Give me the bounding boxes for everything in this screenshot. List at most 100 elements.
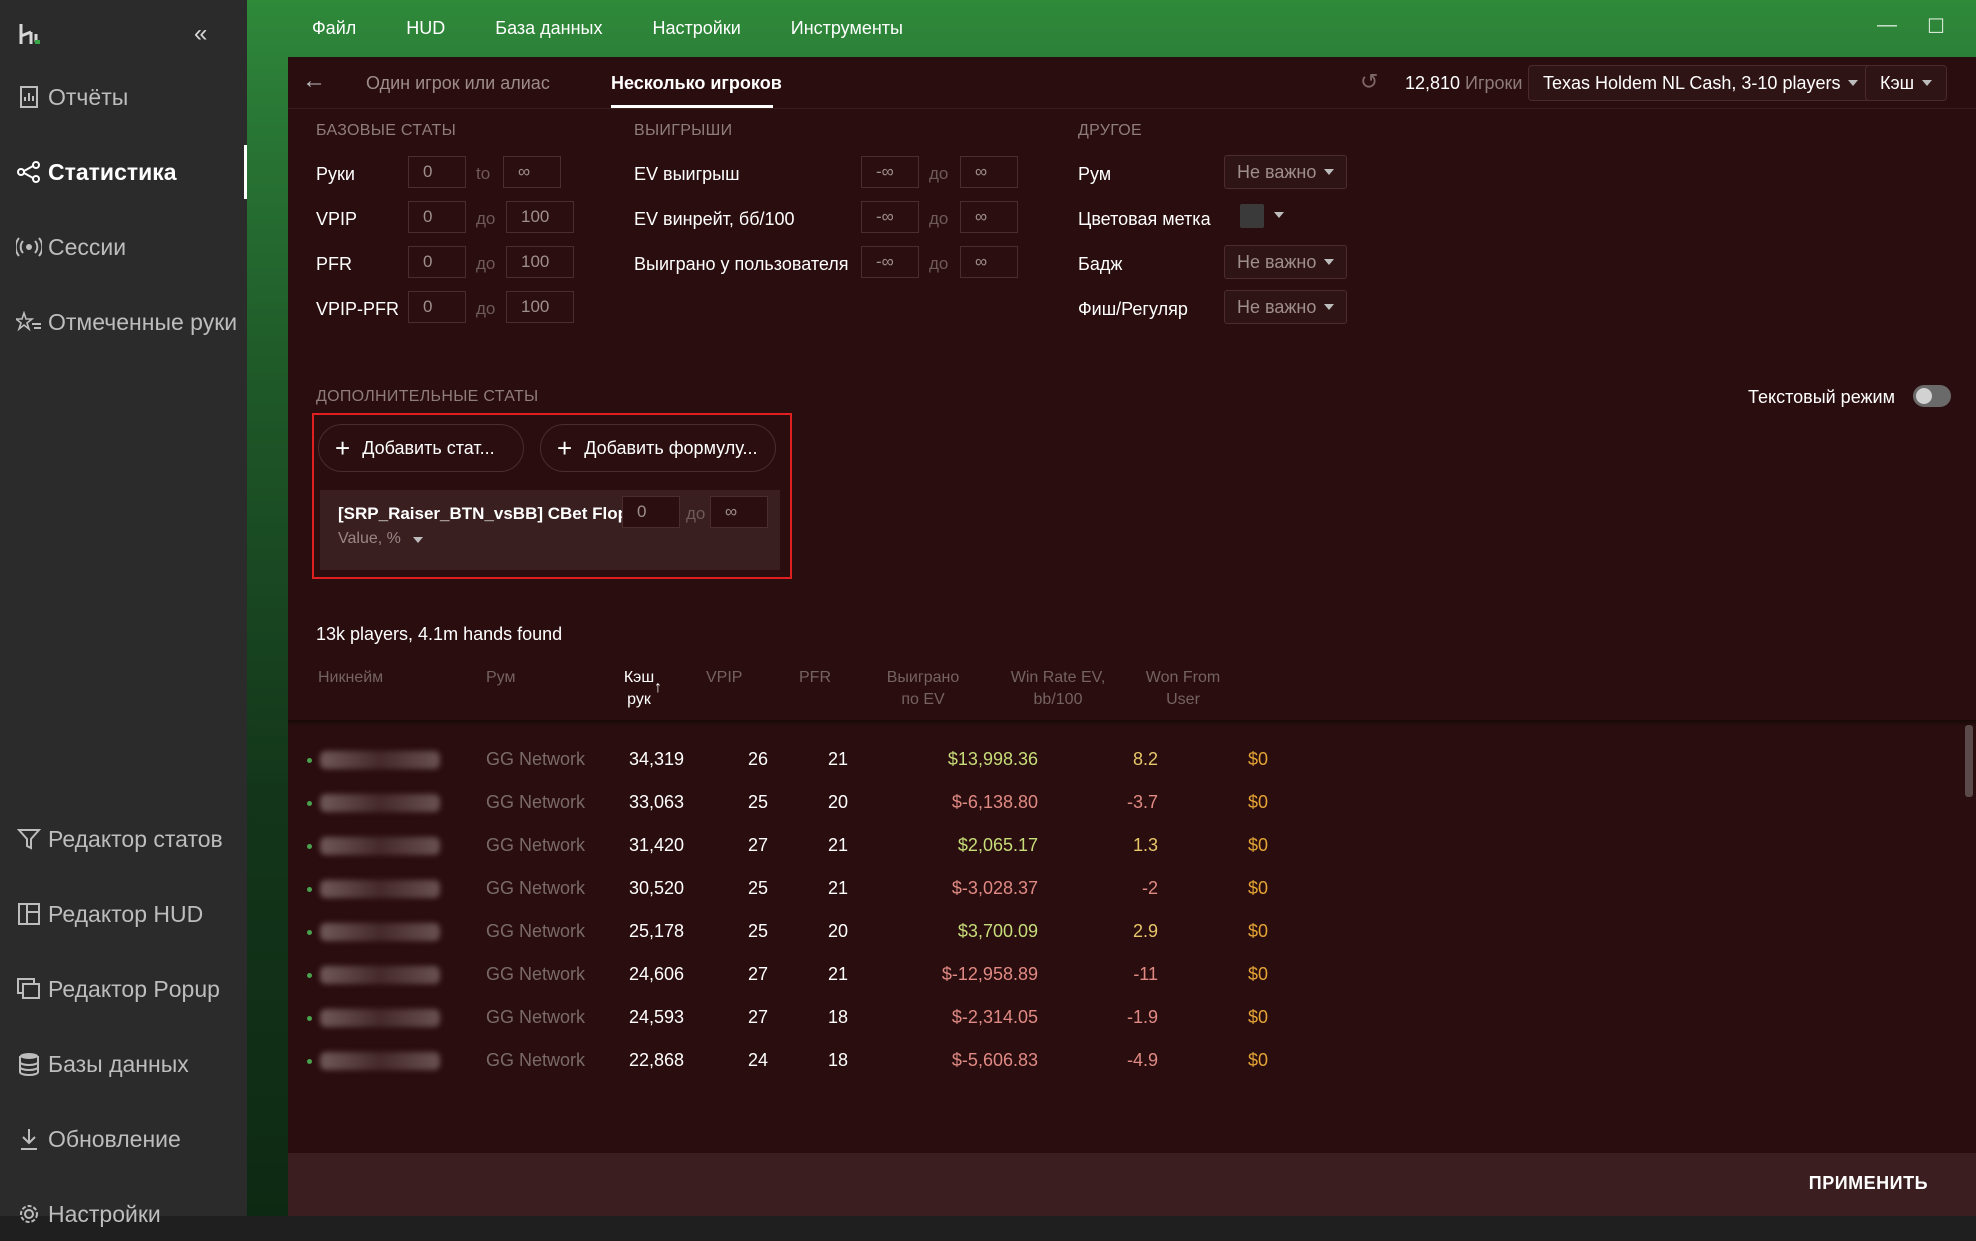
blurred-nickname (320, 966, 440, 984)
column-header-won-from-user[interactable]: Won From User (1138, 667, 1228, 711)
ev-winrate-max-input[interactable]: ∞ (960, 201, 1018, 233)
won-from-user-cell: $0 (1247, 878, 1268, 898)
chevron-down-icon (1848, 80, 1859, 86)
pfr-label: PFR (316, 254, 352, 274)
vpip-pfr-max-input[interactable]: 100 (506, 291, 574, 323)
table-row[interactable]: GG Network 34,319 26 21 $13,998.36 8.2 $… (288, 739, 1976, 782)
sidebar-item-reports[interactable]: Отчёты (0, 70, 247, 124)
won-from-user-cell: $0 (1247, 1050, 1268, 1070)
won-from-user-max-input[interactable]: ∞ (960, 246, 1018, 278)
sidebar-item-databases[interactable]: Базы данных (0, 1037, 247, 1091)
table-row[interactable]: GG Network 33,063 25 20 $-6,138.80 -3.7 … (288, 782, 1976, 825)
vpip-cell: 27 (747, 835, 768, 855)
table-row[interactable]: GG Network 24,606 27 21 $-12,958.89 -11 … (288, 954, 1976, 997)
sidebar-item-statistics[interactable]: Статистика (0, 145, 247, 199)
column-header-winrate[interactable]: Win Rate EV, bb/100 (1003, 667, 1113, 711)
room-cell: GG Network (486, 921, 586, 941)
ev-won-cell: $2,065.17 (957, 835, 1038, 855)
vpip-pfr-min-input[interactable]: 0 (408, 291, 466, 323)
won-from-user-min-input[interactable]: -∞ (861, 246, 919, 278)
back-arrow-icon[interactable]: ← (302, 67, 326, 95)
tab-multiple-players[interactable]: Несколько игроков (611, 73, 782, 94)
table-scrollbar[interactable] (1965, 725, 1973, 797)
table-header-divider (288, 720, 1976, 726)
sidebar-item-hud-editor[interactable]: Редактор HUD (0, 887, 247, 941)
winrate-cell: 2.9 (1132, 921, 1158, 941)
add-formula-button[interactable]: + Добавить формулу... (540, 424, 776, 472)
game-mode-dropdown[interactable]: Кэш (1865, 65, 1948, 101)
menu-tools[interactable]: Инструменты (791, 18, 903, 39)
hands-min-input[interactable]: 0 (408, 156, 466, 188)
game-type-dropdown[interactable]: Texas Holdem NL Cash, 3-10 players (1528, 65, 1874, 101)
badge-select[interactable]: Не важно (1224, 245, 1348, 279)
ev-winrate-min-input[interactable]: -∞ (861, 201, 919, 233)
column-header-nickname[interactable]: Никнейм (318, 667, 383, 689)
add-stat-button[interactable]: + Добавить стат... (318, 424, 524, 472)
apply-button[interactable]: ПРИМЕНИТЬ (1809, 1173, 1928, 1194)
fish-regular-select[interactable]: Не важно (1224, 290, 1348, 324)
sort-asc-icon[interactable]: ↑ (654, 677, 662, 699)
ev-won-cell: $-5,606.83 (951, 1050, 1038, 1070)
vpip-max-input[interactable]: 100 (506, 201, 574, 233)
room-cell: GG Network (486, 749, 586, 769)
ev-won-cell: $13,998.36 (947, 749, 1038, 769)
table-row[interactable]: GG Network 25,178 25 20 $3,700.09 2.9 $0 (288, 911, 1976, 954)
table-row[interactable]: GG Network 31,420 27 21 $2,065.17 1.3 $0 (288, 825, 1976, 868)
table-row[interactable]: GG Network 30,520 25 21 $-3,028.37 -2 $0 (288, 868, 1976, 911)
star-list-icon (14, 307, 44, 337)
custom-stat-min-input[interactable]: 0 (622, 496, 680, 528)
text-mode-toggle[interactable] (1913, 385, 1951, 407)
pfr-max-input[interactable]: 100 (506, 246, 574, 278)
add-formula-label: Добавить формулу... (584, 437, 758, 458)
base-stats-title: БАЗОВЫЕ СТАТЫ (316, 122, 457, 139)
ev-won-max-input[interactable]: ∞ (960, 156, 1018, 188)
menu-database[interactable]: База данных (495, 18, 602, 39)
plus-icon: + (335, 433, 351, 463)
sidebar-item-label: Редактор HUD (48, 900, 204, 927)
sidebar-item-sessions[interactable]: Сессии (0, 220, 247, 274)
table-row[interactable]: GG Network 24,593 27 18 $-2,314.05 -1.9 … (288, 997, 1976, 1040)
add-stat-label: Добавить стат... (362, 437, 495, 458)
maximize-icon[interactable]: ☐ (1927, 14, 1945, 39)
sidebar-item-update[interactable]: Обновление (0, 1112, 247, 1166)
sidebar-item-popup-editor[interactable]: Редактор Popup (0, 962, 247, 1016)
column-header-vpip[interactable]: VPIP (706, 667, 742, 689)
refresh-icon[interactable]: ↺ (1360, 69, 1378, 95)
chevron-down-icon (1922, 80, 1933, 86)
stat-value-type-dropdown[interactable]: Value, % (338, 530, 424, 548)
online-status-dot (307, 758, 312, 763)
custom-stat-filter: [SRP_Raiser_BTN_vsBB] CBet Flop Value, %… (320, 490, 780, 570)
menu-file[interactable]: Файл (312, 18, 356, 39)
color-swatch[interactable] (1240, 204, 1264, 228)
minimize-icon[interactable]: — (1877, 14, 1897, 37)
collapse-sidebar-icon[interactable]: « (194, 20, 207, 48)
share-nodes-icon (14, 157, 44, 187)
custom-stat-max-input[interactable]: ∞ (710, 496, 768, 528)
pfr-min-input[interactable]: 0 (408, 246, 466, 278)
range-connector: до (929, 254, 949, 273)
column-header-pfr[interactable]: PFR (799, 667, 831, 689)
hands-cell: 25,178 (628, 921, 684, 941)
room-select[interactable]: Не важно (1224, 155, 1348, 189)
vpip-cell: 25 (747, 878, 768, 898)
column-header-ev-won[interactable]: Выиграно по EV (878, 667, 968, 711)
chevron-down-icon[interactable] (1274, 212, 1284, 218)
sidebar-item-marked-hands[interactable]: Отмеченные руки (0, 295, 247, 349)
table-row[interactable]: GG Network 22,868 24 18 $-5,606.83 -4.9 … (288, 1040, 1976, 1083)
blurred-nickname (320, 923, 440, 941)
vpip-min-input[interactable]: 0 (408, 201, 466, 233)
menu-hud[interactable]: HUD (406, 18, 445, 39)
ev-won-min-input[interactable]: -∞ (861, 156, 919, 188)
column-header-room[interactable]: Рум (486, 667, 516, 689)
room-cell: GG Network (486, 1007, 586, 1027)
sidebar-item-stat-editor[interactable]: Редактор статов (0, 812, 247, 866)
game-mode-value: Кэш (1880, 72, 1915, 93)
sidebar-item-label: Настройки (48, 1200, 161, 1227)
sidebar-item-settings[interactable]: Настройки (0, 1187, 247, 1241)
pfr-cell: 21 (827, 835, 848, 855)
tab-single-player[interactable]: Один игрок или алиас (366, 73, 550, 94)
online-status-dot (307, 844, 312, 849)
menu-settings[interactable]: Настройки (652, 18, 740, 39)
badge-select-value: Не важно (1237, 251, 1317, 272)
hands-max-input[interactable]: ∞ (503, 156, 561, 188)
